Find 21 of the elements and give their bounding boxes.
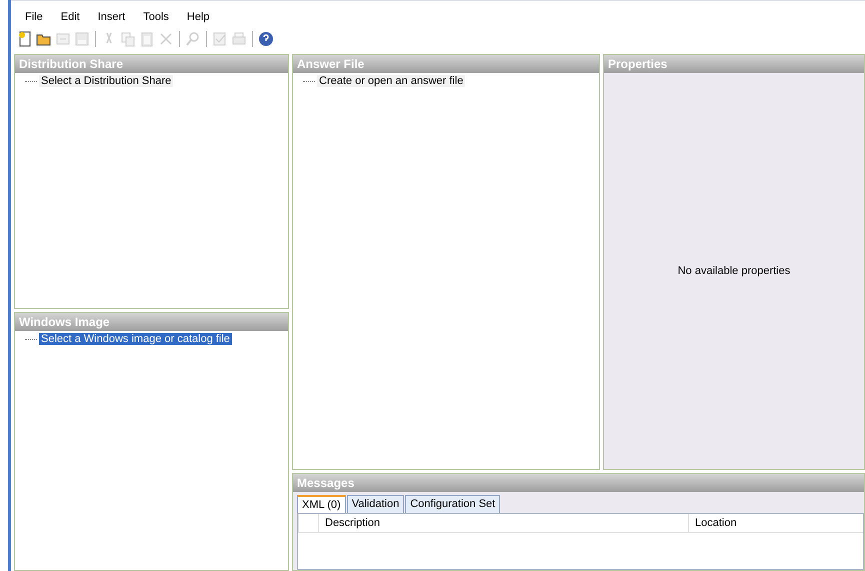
help-icon[interactable] [258, 31, 274, 47]
menu-item[interactable]: File [17, 11, 51, 28]
tab[interactable]: Validation [346, 495, 404, 513]
panel-title: Distribution Share [15, 55, 288, 73]
menu-item[interactable]: Edit [52, 11, 88, 28]
tab[interactable]: XML (0) [297, 495, 346, 513]
panel-title: Messages [293, 474, 864, 492]
tree-item[interactable]: Select a Distribution Share [39, 75, 174, 87]
column-header[interactable]: Location [688, 514, 863, 532]
menu-item[interactable]: Insert [90, 11, 134, 28]
panel-title: Properties [604, 55, 864, 73]
new-document-icon[interactable] [17, 31, 33, 47]
tree-item[interactable]: Create or open an answer file [317, 75, 466, 87]
panel-title: Windows Image [15, 313, 288, 331]
empty-message: No available properties [678, 265, 790, 277]
menu-item[interactable]: Help [178, 11, 218, 28]
tab[interactable]: Configuration Set [405, 495, 500, 513]
menu-item[interactable]: Tools [135, 11, 177, 28]
panel-title: Answer File [293, 55, 599, 73]
tree-item[interactable]: Select a Windows image or catalog file [39, 333, 232, 345]
column-header[interactable]: Description [318, 514, 688, 532]
